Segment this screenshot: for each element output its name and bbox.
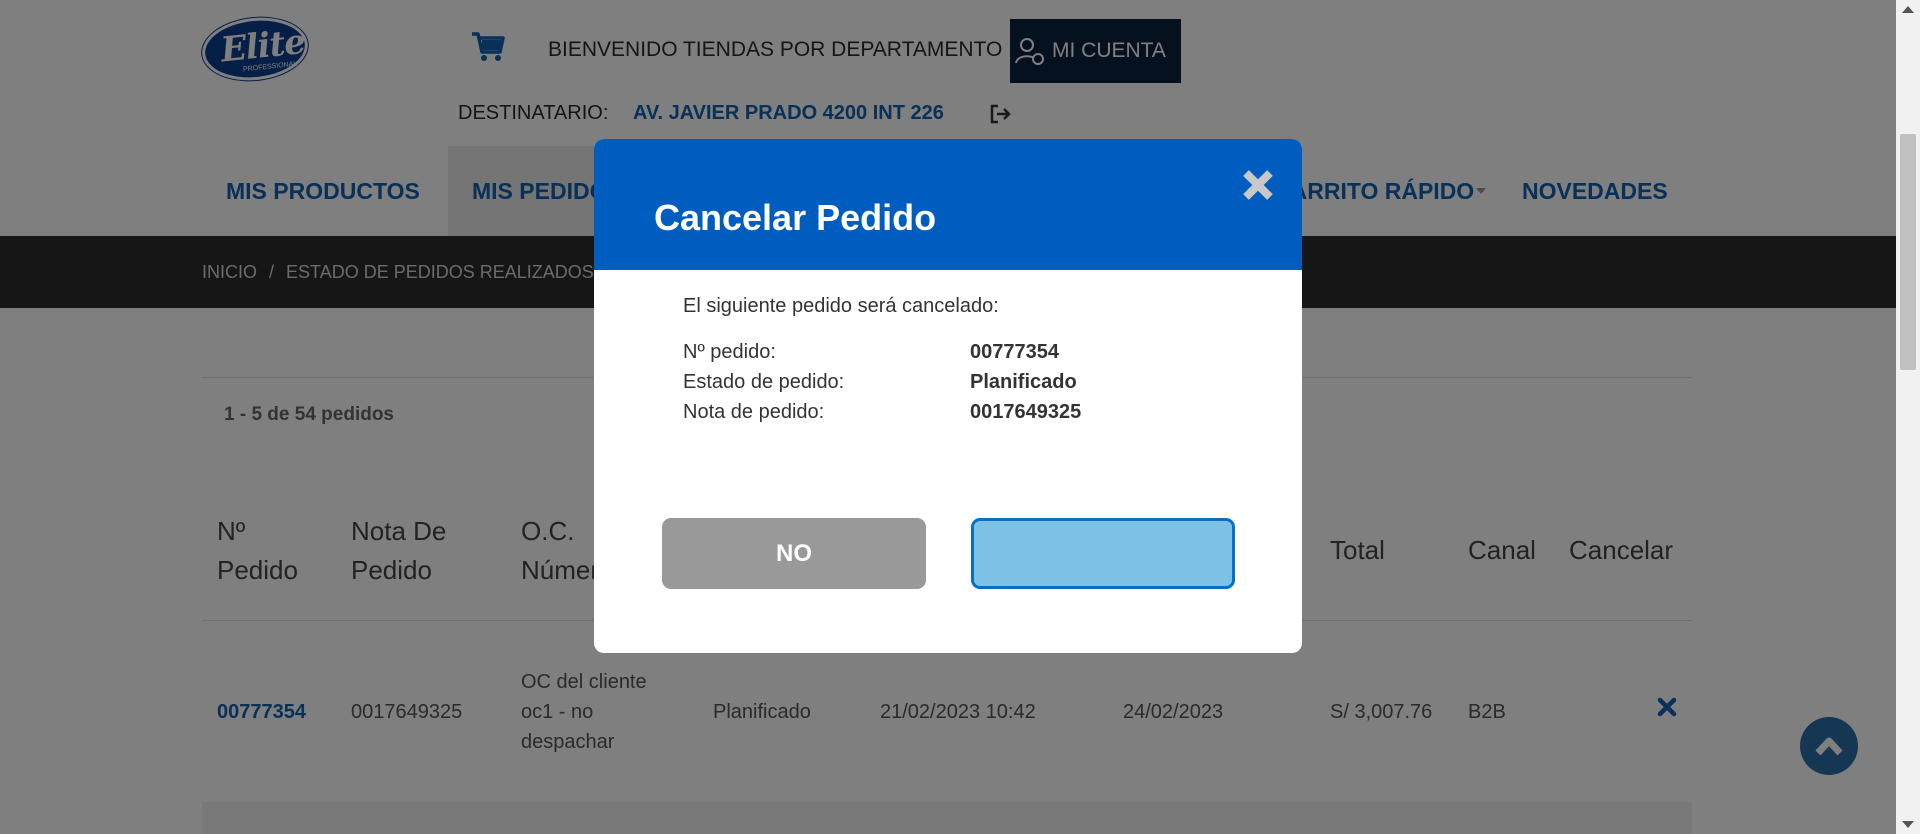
modal-intro-text: El siguiente pedido será cancelado: bbox=[683, 295, 999, 317]
page-scrollbar[interactable] bbox=[1896, 0, 1920, 834]
confirm-cancel-button[interactable] bbox=[971, 518, 1235, 589]
cancel-order-modal: Cancelar Pedido El siguiente pedido será… bbox=[594, 139, 1302, 653]
modal-header: Cancelar Pedido bbox=[594, 139, 1302, 270]
scroll-thumb[interactable] bbox=[1900, 134, 1916, 370]
nota-label: Nota de pedido: bbox=[683, 401, 825, 423]
estado-value: Planificado bbox=[970, 371, 1077, 393]
scroll-down-arrow-icon[interactable] bbox=[1902, 821, 1914, 828]
estado-label: Estado de pedido: bbox=[683, 371, 845, 393]
close-icon[interactable] bbox=[1240, 167, 1276, 203]
pedido-value: 00777354 bbox=[970, 341, 1059, 363]
modal-title: Cancelar Pedido bbox=[654, 197, 937, 238]
no-button[interactable]: NO bbox=[662, 518, 926, 589]
scroll-up-arrow-icon[interactable] bbox=[1902, 6, 1914, 13]
nota-value: 0017649325 bbox=[970, 401, 1082, 423]
pedido-label: Nº pedido: bbox=[683, 341, 776, 363]
